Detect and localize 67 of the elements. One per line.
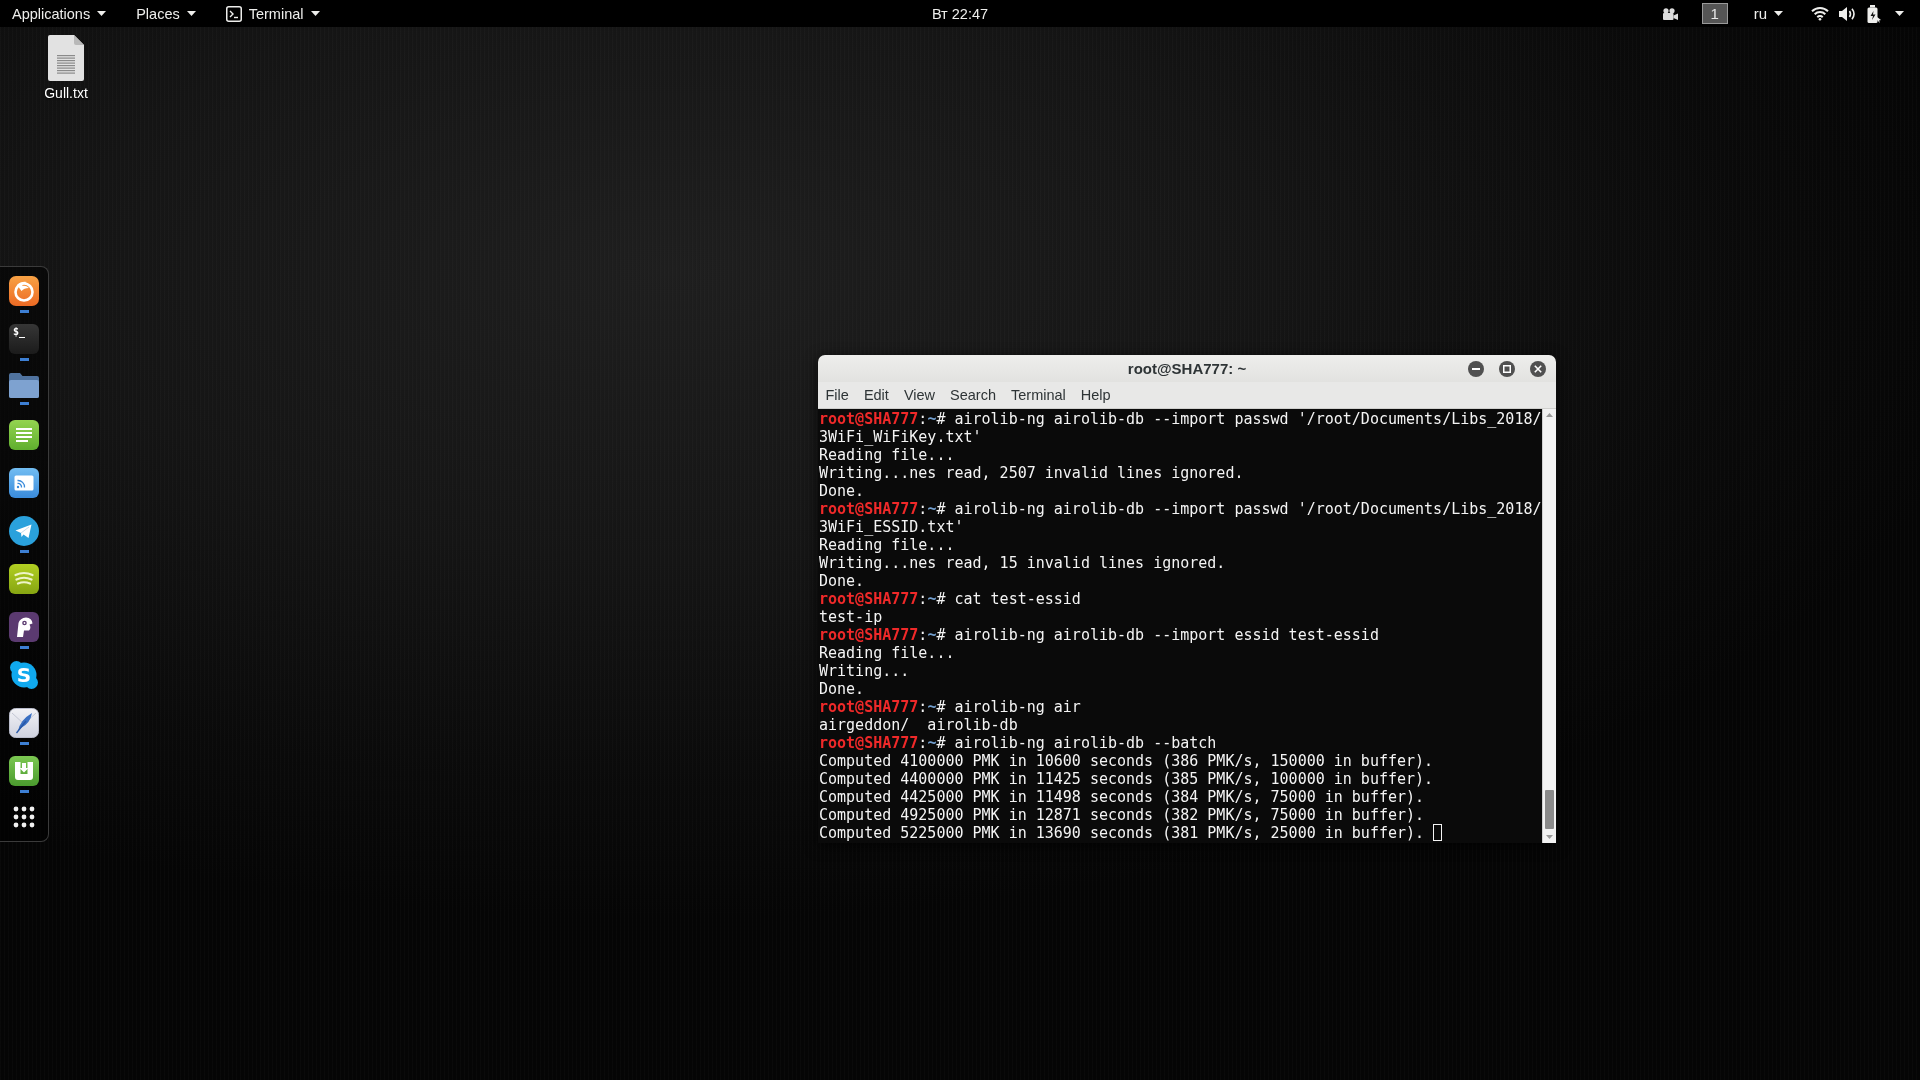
output-line: Writing...nes read, 15 invalid lines ignored. bbox=[819, 554, 1226, 572]
output-line: test-ip bbox=[819, 608, 883, 626]
maximize-button[interactable] bbox=[1499, 360, 1515, 377]
caret-icon bbox=[97, 11, 107, 16]
scrollbar-thumb[interactable] bbox=[1545, 790, 1554, 829]
menu-button[interactable]: Applications bbox=[0, 0, 121, 27]
battery-icon[interactable] bbox=[1867, 4, 1881, 23]
menu-button[interactable]: Places bbox=[120, 0, 210, 27]
feather-icon[interactable] bbox=[9, 708, 39, 738]
output-line: Done. bbox=[819, 482, 865, 500]
close-button[interactable] bbox=[1530, 360, 1546, 377]
output-line: Computed 4400000 PMK in 11425 seconds (385 PMK/s, 100000 in buffer). bbox=[819, 770, 1434, 788]
command-line: root@SHA777:~# cat test-essid bbox=[819, 590, 1081, 608]
output-line: airgeddon/ airolib-db bbox=[819, 716, 1018, 734]
paper-plane-icon[interactable] bbox=[9, 516, 39, 546]
menu-item[interactable]: Search bbox=[942, 382, 1004, 408]
notes-icon[interactable] bbox=[9, 420, 39, 450]
output-line: Writing...nes read, 2507 invalid lines ignored. bbox=[819, 464, 1244, 482]
output-line: Computed 4100000 PMK in 10600 seconds (386 PMK/s, 150000 in buffer). bbox=[819, 752, 1434, 770]
file-name-label[interactable]: Gull.txt bbox=[44, 85, 88, 101]
menu-item[interactable]: View bbox=[896, 382, 943, 408]
output-line: Reading file... bbox=[819, 644, 955, 662]
command-line: root@SHA777:~# airolib-ng airolib-db --batch bbox=[819, 734, 1217, 752]
app-grid-icon[interactable] bbox=[13, 806, 35, 828]
window-title: root@SHA777: ~ bbox=[1127, 360, 1247, 377]
wifi-icon[interactable] bbox=[1811, 6, 1829, 21]
minimize-icon[interactable] bbox=[1472, 367, 1480, 370]
terminal-icon[interactable]: $_ bbox=[9, 324, 39, 354]
output-line: Computed 5225000 PMK in 13690 seconds (381 PMK/s, 25000 in buffer). bbox=[819, 824, 1425, 842]
maximize-icon[interactable] bbox=[1503, 364, 1511, 373]
keyboard-layout-button[interactable]: ru bbox=[1753, 0, 1783, 27]
text-file-icon[interactable] bbox=[48, 35, 84, 81]
video-camera-icon[interactable] bbox=[1661, 7, 1678, 20]
menu-item[interactable]: Terminal bbox=[1003, 382, 1074, 408]
command-line: root@SHA777:~# airolib-ng airolib-db --import passwd '/root/Documents/Libs_2018/3WiFi_ESSID.txt' bbox=[819, 500, 1542, 536]
app-menu-button[interactable]: Terminal bbox=[209, 0, 334, 27]
ring-icon[interactable] bbox=[9, 276, 39, 306]
command-line: root@SHA777:~# airolib-ng airolib-db --import passwd '/root/Documents/Libs_2018/3WiFi_WiFiKey.txt' bbox=[819, 410, 1542, 446]
scrollbar-track[interactable] bbox=[1542, 409, 1556, 843]
caret-icon bbox=[310, 11, 320, 16]
volume-icon[interactable] bbox=[1839, 5, 1857, 22]
sound-waves-icon[interactable] bbox=[9, 564, 39, 594]
output-line: Computed 4425000 PMK in 11498 seconds (384 PMK/s, 75000 in buffer). bbox=[819, 788, 1425, 806]
cast-icon[interactable] bbox=[9, 468, 39, 498]
output-line: Done. bbox=[819, 572, 865, 590]
output-line: Writing... bbox=[819, 662, 910, 680]
caret-icon bbox=[186, 11, 196, 16]
output-line: Reading file... bbox=[819, 536, 955, 554]
output-line: Done. bbox=[819, 680, 865, 698]
menu-item[interactable]: File bbox=[818, 382, 857, 408]
menu-item[interactable]: Help bbox=[1073, 382, 1119, 408]
menu-item[interactable]: Edit bbox=[856, 382, 897, 408]
caret-icon[interactable] bbox=[1895, 11, 1904, 16]
output-line: Reading file... bbox=[819, 446, 955, 464]
clock[interactable]: Вт 22:47 bbox=[925, 0, 995, 27]
output-line: Computed 4925000 PMK in 12871 seconds (382 PMK/s, 75000 in buffer). bbox=[819, 806, 1425, 824]
terminal-icon bbox=[225, 5, 242, 22]
command-line: root@SHA777:~# airolib-ng airolib-db --import essid test-essid bbox=[819, 626, 1379, 644]
command-line: root@SHA777:~# airolib-ng air bbox=[819, 698, 1081, 716]
minimize-button[interactable] bbox=[1468, 360, 1484, 377]
workspace-button[interactable]: 1 bbox=[1701, 3, 1728, 24]
download-icon[interactable] bbox=[9, 756, 39, 786]
folder-icon[interactable] bbox=[9, 372, 39, 398]
bird-icon[interactable] bbox=[9, 612, 39, 642]
block-cursor-icon bbox=[1433, 824, 1443, 841]
caret-icon bbox=[1774, 11, 1783, 16]
close-icon[interactable] bbox=[1534, 364, 1542, 373]
